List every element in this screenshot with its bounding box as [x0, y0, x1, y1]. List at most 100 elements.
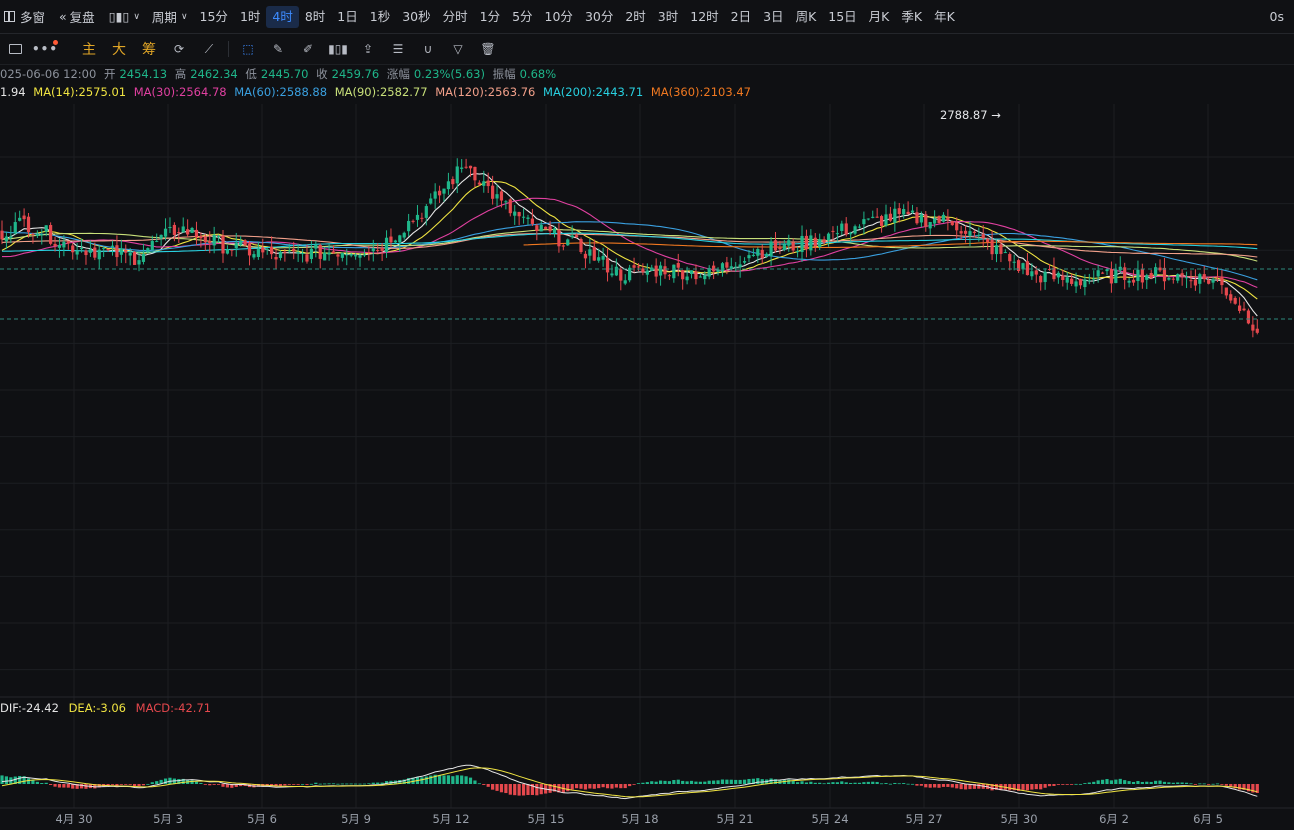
macd-bar	[813, 782, 817, 784]
timeframe-18[interactable]: 15日	[822, 6, 862, 28]
timeframe-15[interactable]: 2日	[725, 6, 757, 28]
brush-tool-button[interactable]: ✎	[263, 37, 293, 61]
candle	[1211, 277, 1215, 290]
macd-bar	[1100, 779, 1105, 784]
candle	[278, 250, 283, 261]
macd-bar	[1056, 784, 1060, 785]
macd-bar	[804, 782, 809, 784]
timeframe-0[interactable]: 15分	[194, 6, 234, 28]
macd-bar	[1180, 782, 1184, 784]
timeframe-13[interactable]: 3时	[652, 6, 684, 28]
macd-bar	[1047, 784, 1052, 787]
timeframe-10[interactable]: 10分	[539, 6, 579, 28]
macd-bar	[495, 784, 499, 791]
candle-style-icon: ▮▯▮	[328, 42, 348, 56]
timeframe-7[interactable]: 分时	[437, 6, 474, 28]
macd-bar	[287, 784, 291, 785]
candle	[429, 193, 433, 205]
timeframe-6[interactable]: 30秒	[396, 6, 436, 28]
timeframe-12[interactable]: 2时	[619, 6, 651, 28]
timeframe-19[interactable]: 月K	[863, 6, 896, 28]
select-tool-button[interactable]: ⬚	[233, 37, 263, 61]
magnet-button[interactable]: ∪	[413, 37, 443, 61]
macd-bar	[323, 783, 327, 785]
macd-bar	[658, 780, 663, 784]
candle	[712, 261, 716, 280]
indicator-template-button[interactable]: ⟳	[164, 37, 194, 61]
multi-window-button[interactable]: 多窗	[0, 7, 51, 26]
chip-distribution-button[interactable]: 筹	[134, 39, 164, 59]
chart-type-dropdown[interactable]: ▯▮▯ ∨	[103, 9, 146, 24]
candle-style-button[interactable]: ▮▯▮	[323, 37, 353, 61]
candle	[521, 208, 526, 224]
timeframe-2[interactable]: 4时	[266, 5, 299, 28]
macd-bar	[933, 784, 937, 788]
candle	[389, 228, 393, 248]
candle	[1100, 271, 1105, 274]
macd-bar	[424, 776, 428, 784]
timeframe-9[interactable]: 5分	[506, 6, 538, 28]
candle	[1043, 268, 1047, 290]
macd-bar	[566, 784, 570, 792]
candle	[1061, 269, 1065, 287]
macd-bar	[849, 782, 853, 784]
macd-bar	[420, 777, 424, 784]
timeframe-3[interactable]: 8时	[299, 6, 331, 28]
period-dropdown[interactable]: 周期 ∨	[146, 7, 194, 26]
large-order-button[interactable]: 大	[104, 39, 134, 59]
candle	[888, 206, 893, 222]
measure-button[interactable]: ⟋	[194, 37, 224, 61]
candle	[628, 264, 632, 283]
timeframe-4[interactable]: 1日	[331, 6, 363, 28]
candle	[610, 264, 614, 278]
macd-bar	[1087, 782, 1091, 784]
filter-button[interactable]: ▽	[443, 37, 473, 61]
timeframe-20[interactable]: 季K	[895, 6, 928, 28]
candle	[318, 243, 322, 269]
timeframe-14[interactable]: 12时	[684, 6, 724, 28]
candle	[446, 172, 451, 195]
timeframe-11[interactable]: 30分	[579, 6, 619, 28]
candle	[800, 225, 804, 262]
macd-bar	[866, 781, 870, 784]
pen-tool-button[interactable]: ✐	[293, 37, 323, 61]
share-button[interactable]: ⇪	[353, 37, 383, 61]
timeframe-1[interactable]: 1时	[234, 6, 266, 28]
more-tools-button[interactable]: •••	[30, 37, 60, 61]
candle	[300, 248, 305, 263]
macd-bar	[707, 780, 711, 784]
timeframe-8[interactable]: 1分	[474, 6, 506, 28]
amplitude-label: 振幅	[492, 67, 516, 81]
candle	[813, 233, 817, 252]
candle	[1087, 273, 1091, 285]
candle	[1136, 260, 1140, 291]
candle	[654, 258, 658, 284]
candle	[26, 213, 31, 238]
candle	[809, 229, 813, 256]
delete-button[interactable]: 🗑	[473, 37, 503, 61]
candle	[230, 249, 234, 257]
timeframe-21[interactable]: 年K	[928, 6, 961, 28]
macd-bar	[451, 776, 455, 784]
macd-bar	[137, 784, 141, 787]
timeframe-16[interactable]: 3日	[757, 6, 789, 28]
timeframe-17[interactable]: 周K	[790, 6, 823, 28]
settings-button[interactable]: ☰	[383, 37, 413, 61]
macd-bar	[513, 784, 517, 796]
date-tick-label: 5月 9	[341, 812, 371, 826]
candle	[1123, 262, 1127, 290]
main-indicator-button[interactable]: 主	[74, 39, 104, 59]
rewind-icon: «	[59, 9, 67, 24]
macd-bar	[681, 780, 685, 784]
candle	[645, 263, 649, 283]
candle	[53, 236, 57, 252]
rectangle-tool-button[interactable]	[0, 37, 30, 61]
macd-bar	[800, 781, 804, 784]
macd-bar	[1207, 784, 1211, 785]
high-value: 2462.34	[190, 67, 238, 81]
candle	[650, 264, 654, 272]
macd-bar	[963, 784, 968, 790]
timeframe-5[interactable]: 1秒	[364, 6, 396, 28]
macd-bar	[884, 783, 888, 784]
replay-button[interactable]: « 复盘	[51, 7, 103, 26]
